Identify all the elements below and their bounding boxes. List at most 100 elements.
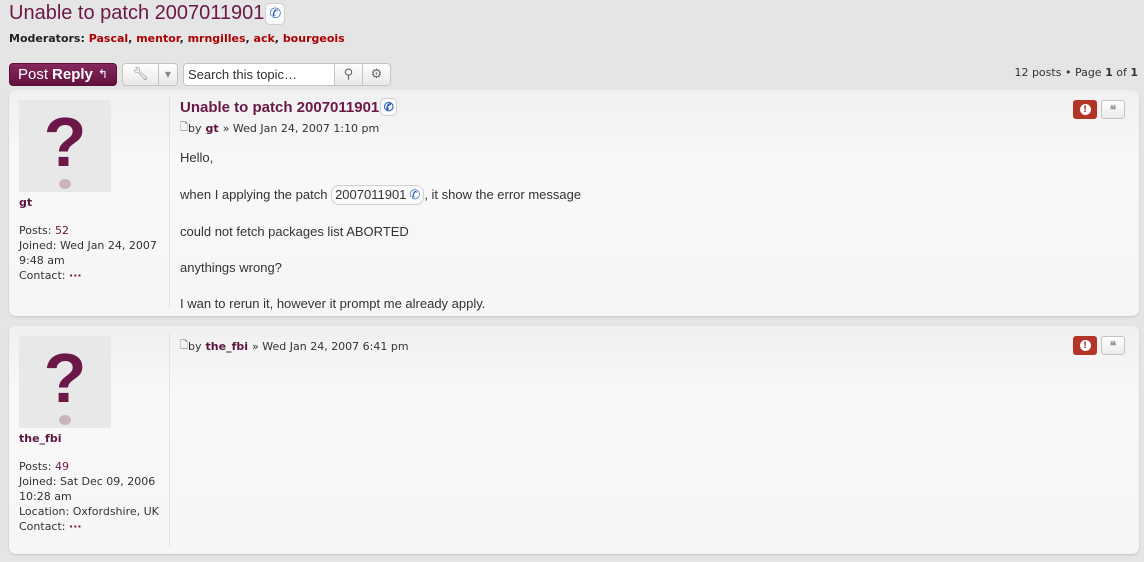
post-body: 🗋︎ by the_fbi » Wed Jan 24, 2007 6:41 pm [180,334,1129,355]
page-label: Page [1074,66,1102,79]
post-title-text[interactable]: Unable to patch 2007011901 [180,99,379,116]
report-button[interactable]: ! [1073,336,1097,355]
contact-label: Contact: [19,520,66,533]
pagination-separator: • [1064,66,1072,79]
by-label: by [188,340,202,353]
topic-title[interactable]: Unable to patch 2007011901 ✆ [9,2,286,25]
content-text: when I applying the patch [180,187,328,202]
post: ? gt Posts: 52 Joined: Wed Jan 24, 2007 … [9,90,1139,316]
reply-label: Reply [52,65,93,83]
search-input[interactable] [183,63,334,85]
date-separator: » [252,340,259,353]
phone-number-link[interactable]: 2007011901 ✆ [331,185,425,205]
contact-label: Contact: [19,269,66,282]
avatar: ? [19,336,111,428]
report-icon: ! [1079,340,1091,351]
post-body: Unable to patch 2007011901 ✆ 🗋︎ by gt » … [180,98,1129,331]
divider [169,96,170,308]
topic-search: ⚲ ⚙ [182,62,391,86]
posts-count: 12 posts [1014,66,1062,79]
quote-button[interactable]: ❝ [1101,336,1125,355]
author-link[interactable]: gt [206,122,219,135]
content-line: anythings wrong? [180,260,282,275]
total-pages: 1 [1130,66,1138,79]
phone-number-text: 2007011901 [335,187,407,202]
post-profile: ? the_fbi Posts: 49 Joined: Sat Dec 09, … [19,336,169,534]
topic-tools-dropdown[interactable]: 🔧︎ ▼ [121,62,178,86]
joined-label: Joined: [19,475,57,488]
post-date: Wed Jan 24, 2007 6:41 pm [262,340,409,353]
topic-title-text[interactable]: Unable to patch 2007011901 [9,2,264,25]
date-separator: » [222,122,230,135]
quote-icon: ❝ [1109,338,1117,353]
by-label: by [188,122,202,135]
avatar-reflection [59,415,71,425]
location-value: Oxfordshire, UK [72,505,159,518]
author-link[interactable]: the_fbi [206,340,248,353]
content-line: when I applying the patch 2007011901 ✆, i… [180,185,1129,205]
search-icon[interactable]: ⚲ [333,63,362,85]
phone-icon[interactable]: ✆ [265,2,286,25]
moderator-link[interactable]: mrngilles [188,32,246,45]
caret-down-icon[interactable]: ▼ [159,64,177,85]
moderator-link[interactable]: mentor [136,32,179,45]
content-line: could not fetch packages list ABORTED [180,224,409,239]
gear-icon[interactable]: ⚙ [361,63,390,85]
post-date: Wed Jan 24, 2007 1:10 pm [232,122,380,135]
posts-count-link[interactable]: 52 [55,224,69,237]
question-mark-icon: ? [43,103,87,181]
wrench-icon[interactable]: 🔧︎ [123,63,159,85]
avatar: ? [19,100,111,192]
profile-posts: Posts: 49 [19,459,169,474]
moderator-link[interactable]: bourgeois [283,32,345,45]
moderators-list: Moderators: Pascal, mentor, mrngilles, a… [9,32,345,45]
quote-button[interactable]: ❝ [1101,100,1125,119]
pagination: 12 posts • Page 1 of 1 [1014,66,1138,79]
profile-contact: Contact: ··· [19,268,169,283]
report-icon: ! [1079,104,1091,115]
post-author: 🗋︎ by gt » Wed Jan 24, 2007 1:10 pm [180,120,1129,137]
username-link[interactable]: gt [19,196,169,209]
quote-icon: ❝ [1109,102,1117,117]
joined-label: Joined: [19,239,57,252]
reply-arrow-icon: ↰ [97,67,108,81]
posts-label: Posts: [19,460,52,473]
posts-label: Posts: [19,224,52,237]
divider [169,332,170,546]
current-page: 1 [1105,66,1113,79]
report-button[interactable]: ! [1073,100,1097,119]
moderator-link[interactable]: ack [254,32,275,45]
profile-location: Location: Oxfordshire, UK [19,504,169,519]
post-buttons: ! ❝ [1073,100,1125,119]
phone-icon: ✆ [409,187,421,202]
post-buttons: ! ❝ [1073,336,1125,355]
phone-icon[interactable]: ✆ [380,98,398,116]
profile-meta: Posts: 52 Joined: Wed Jan 24, 2007 9:48 … [19,223,169,283]
post-reply-button[interactable]: Post Reply ↰ [9,62,117,86]
posts-count-link[interactable]: 49 [55,460,69,473]
moderators-label: Moderators: [9,32,85,45]
post-profile: ? gt Posts: 52 Joined: Wed Jan 24, 2007 … [19,100,169,283]
post: ? the_fbi Posts: 49 Joined: Sat Dec 09, … [9,326,1139,554]
contact-dropdown[interactable]: ··· [69,520,82,533]
post-title[interactable]: Unable to patch 2007011901 ✆ [180,98,1129,116]
profile-contact: Contact: ··· [19,519,169,534]
profile-meta: Posts: 49 Joined: Sat Dec 09, 2006 10:28… [19,459,169,534]
profile-joined: Joined: Wed Jan 24, 2007 9:48 am [19,238,169,268]
profile-posts: Posts: 52 [19,223,169,238]
post-document-icon[interactable]: 🗋︎ [180,338,188,355]
content-line: I wan to rerun it, however it prompt me … [180,296,486,311]
location-label: Location: [19,505,70,518]
username-link[interactable]: the_fbi [19,432,169,445]
profile-joined: Joined: Sat Dec 09, 2006 10:28 am [19,474,169,504]
content-line: Hello, [180,150,214,165]
action-bar: Post Reply ↰ 🔧︎ ▼ ⚲ ⚙ [9,62,391,86]
post-document-icon[interactable]: 🗋︎ [180,120,188,137]
post-label: Post [18,65,49,83]
post-content: Hello, when I applying the patch 2007011… [180,149,1129,313]
moderator-link[interactable]: Pascal [89,32,128,45]
avatar-reflection [59,179,71,189]
contact-dropdown[interactable]: ··· [69,269,82,282]
of-label: of [1116,66,1127,79]
question-mark-icon: ? [43,339,87,417]
